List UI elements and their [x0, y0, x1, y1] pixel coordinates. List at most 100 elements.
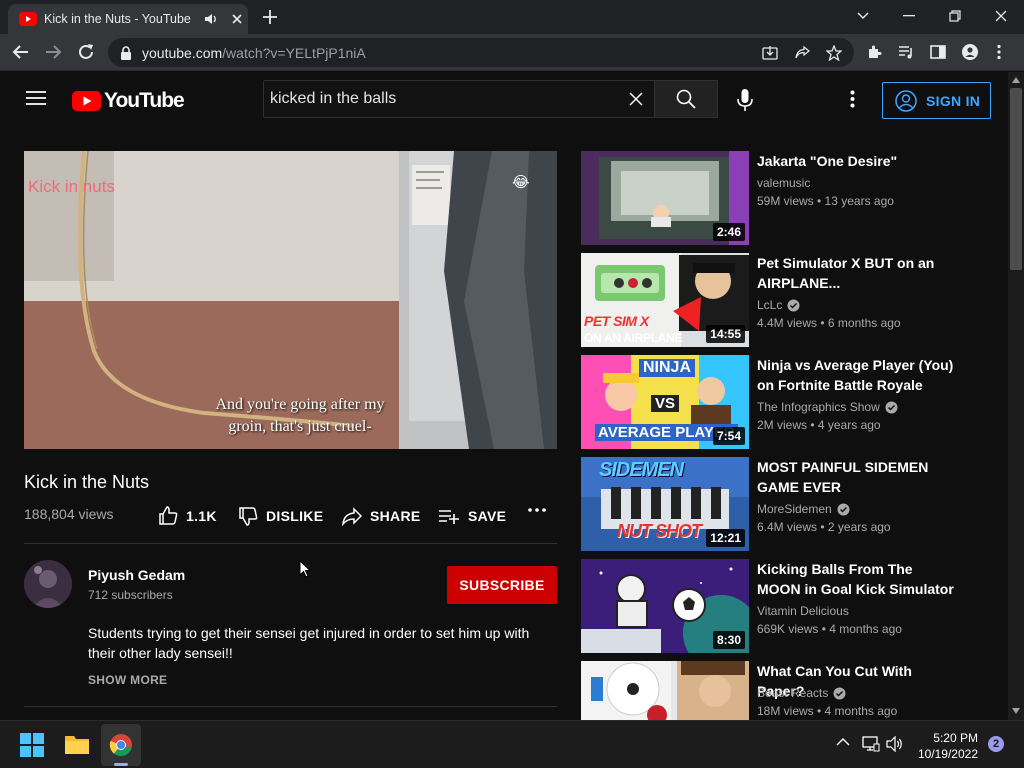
hamburger-menu-icon[interactable]: [26, 90, 46, 106]
side-panel-icon[interactable]: [930, 44, 946, 60]
youtube-header: YouTube kicked in the balls SIGN IN: [0, 72, 1008, 128]
mouse-cursor-icon: [299, 560, 311, 578]
browser-toolbar: youtube.com/watch?v=YELtPjP1niA: [0, 34, 1024, 71]
youtube-logo-icon: [72, 91, 101, 111]
tab-search-chevron-icon[interactable]: [851, 6, 875, 26]
channel-avatar[interactable]: [24, 560, 72, 608]
microphone-icon[interactable]: [736, 88, 754, 112]
subscriber-count: 712 subscribers: [88, 588, 173, 602]
restore-icon[interactable]: [943, 6, 967, 26]
notification-badge[interactable]: 2: [988, 736, 1004, 752]
volume-icon[interactable]: [886, 736, 904, 752]
thumbs-up-icon: [159, 506, 178, 525]
install-app-icon[interactable]: [762, 45, 778, 61]
extensions-puzzle-icon[interactable]: [866, 44, 882, 60]
recommended-title: Kicking Balls From The MOON in Goal Kick…: [757, 561, 954, 597]
recommended-meta: 18M views • 4 months ago: [757, 704, 898, 718]
channel-name[interactable]: Piyush Gedam: [88, 567, 185, 583]
scroll-up-arrow-icon: [1012, 77, 1020, 83]
youtube-logo[interactable]: YouTube: [72, 89, 185, 113]
video-thumbnail[interactable]: NINJA VS AVERAGE PLAYER 7:54: [581, 355, 749, 449]
recommended-video[interactable]: 2:46 Jakarta "One Desire" valemusic 59M …: [581, 151, 961, 245]
playlist-add-icon: [439, 510, 459, 524]
chevron-up-icon[interactable]: [836, 737, 850, 746]
video-overlay-text: Kick in nuts: [28, 177, 115, 196]
share-button[interactable]: SHARE: [342, 506, 421, 526]
close-tab-icon[interactable]: [230, 12, 244, 26]
video-player[interactable]: Kick in nuts 😂 And you're going after my…: [24, 151, 557, 449]
show-more-button[interactable]: SHOW MORE: [88, 673, 167, 687]
recommended-channel: The Infographics Show: [757, 400, 898, 414]
system-clock[interactable]: 5:20 PM 10/19/2022: [912, 730, 978, 762]
share-page-icon[interactable]: [794, 45, 810, 61]
profile-icon[interactable]: [962, 44, 978, 60]
video-thumbnail[interactable]: SIDEMEN NUT SHOT 12:21: [581, 457, 749, 551]
recommended-channel: LcLc: [757, 298, 800, 312]
page-scrollbar[interactable]: [1008, 72, 1024, 720]
speaker-icon[interactable]: [204, 12, 218, 26]
new-tab-plus-icon[interactable]: [262, 9, 278, 25]
recommended-meta: 6.4M views • 2 years ago: [757, 520, 891, 534]
recommended-channel: Vitamin Delicious: [757, 604, 849, 618]
video-thumbnail[interactable]: [581, 661, 749, 720]
scrollbar-thumb[interactable]: [1010, 88, 1022, 270]
dislike-button[interactable]: DISLIKE: [238, 506, 323, 526]
recommended-title: Jakarta "One Desire": [757, 153, 898, 169]
windows-taskbar: 5:20 PM 10/19/2022: [0, 720, 1024, 768]
more-actions-icon[interactable]: [528, 508, 554, 512]
address-bar[interactable]: youtube.com/watch?v=YELtPjP1niA: [108, 38, 854, 67]
tab-title: Kick in the Nuts - YouTube: [44, 12, 191, 26]
video-thumbnail[interactable]: 2:46: [581, 151, 749, 245]
recommended-meta: 2M views • 4 years ago: [757, 418, 881, 432]
video-thumbnail[interactable]: 8:30: [581, 559, 749, 653]
thumbnail-text: ON AN AIRPLANE: [584, 331, 683, 345]
video-duration: 7:54: [712, 427, 745, 445]
close-window-icon[interactable]: [989, 6, 1013, 26]
recommended-title: Ninja vs Average Player (You) on Fortnit…: [757, 357, 954, 393]
reload-icon[interactable]: [77, 43, 95, 61]
subscribe-button[interactable]: SUBSCRIBE: [447, 566, 557, 604]
like-button[interactable]: 1.1K: [158, 506, 217, 526]
bookmark-star-icon[interactable]: [826, 45, 842, 61]
recommended-video[interactable]: SIDEMEN NUT SHOT 12:21 MOST PAINFUL SIDE…: [581, 457, 961, 551]
settings-more-icon[interactable]: [850, 90, 855, 108]
browser-tab-bar: Kick in the Nuts - YouTube: [0, 0, 1024, 34]
recommended-video[interactable]: NINJA VS AVERAGE PLAYER 7:54 Ninja vs Av…: [581, 355, 961, 449]
laughing-emoji-icon: 😂: [512, 174, 530, 191]
video-duration: 2:46: [712, 223, 745, 241]
minimize-icon[interactable]: [897, 6, 921, 26]
browser-tab[interactable]: Kick in the Nuts - YouTube: [8, 4, 248, 34]
chrome-icon[interactable]: [109, 733, 133, 757]
sign-in-button[interactable]: SIGN IN: [882, 82, 991, 119]
clear-search-icon[interactable]: [628, 91, 644, 107]
network-icon[interactable]: [862, 736, 880, 752]
save-button[interactable]: SAVE: [438, 506, 506, 526]
chrome-menu-icon[interactable]: [997, 44, 1001, 60]
back-arrow-icon[interactable]: [12, 43, 30, 61]
thumbnail-text: NUT SHOT: [617, 521, 702, 541]
file-explorer-icon[interactable]: [64, 733, 90, 755]
share-arrow-icon: [342, 507, 362, 526]
recommended-video[interactable]: 8:30 Kicking Balls From The MOON in Goal…: [581, 559, 961, 653]
video-duration: 12:21: [706, 529, 745, 547]
recommended-video[interactable]: PET SIM X ON AN AIRPLANE 14:55 Pet Simul…: [581, 253, 961, 347]
search-query: kicked in the balls: [270, 90, 397, 107]
thumbnail-text: SIDEMEN: [599, 459, 684, 481]
recommended-channel: Beast Reacts: [757, 686, 846, 700]
thumbnail-text: PET SIM X: [584, 313, 649, 329]
recommended-title: MOST PAINFUL SIDEMEN GAME EVER: [757, 459, 929, 495]
windows-start-icon[interactable]: [20, 733, 44, 757]
search-button[interactable]: [655, 80, 718, 118]
forward-arrow-icon[interactable]: [44, 43, 62, 61]
search-icon: [676, 89, 696, 109]
active-app-indicator: [114, 763, 128, 766]
media-queue-icon[interactable]: [898, 44, 914, 60]
recommended-video[interactable]: What Can You Cut With Paper? Beast React…: [581, 661, 961, 720]
search-input[interactable]: kicked in the balls: [263, 80, 655, 118]
lock-icon[interactable]: [120, 46, 132, 60]
verified-check-icon: [837, 503, 850, 515]
video-caption: And you're going after my groin, that's …: [215, 396, 385, 435]
thumbnail-text: VS: [651, 395, 680, 412]
recommended-title: Pet Simulator X BUT on an AIRPLANE...: [757, 255, 935, 291]
video-thumbnail[interactable]: PET SIM X ON AN AIRPLANE 14:55: [581, 253, 749, 347]
